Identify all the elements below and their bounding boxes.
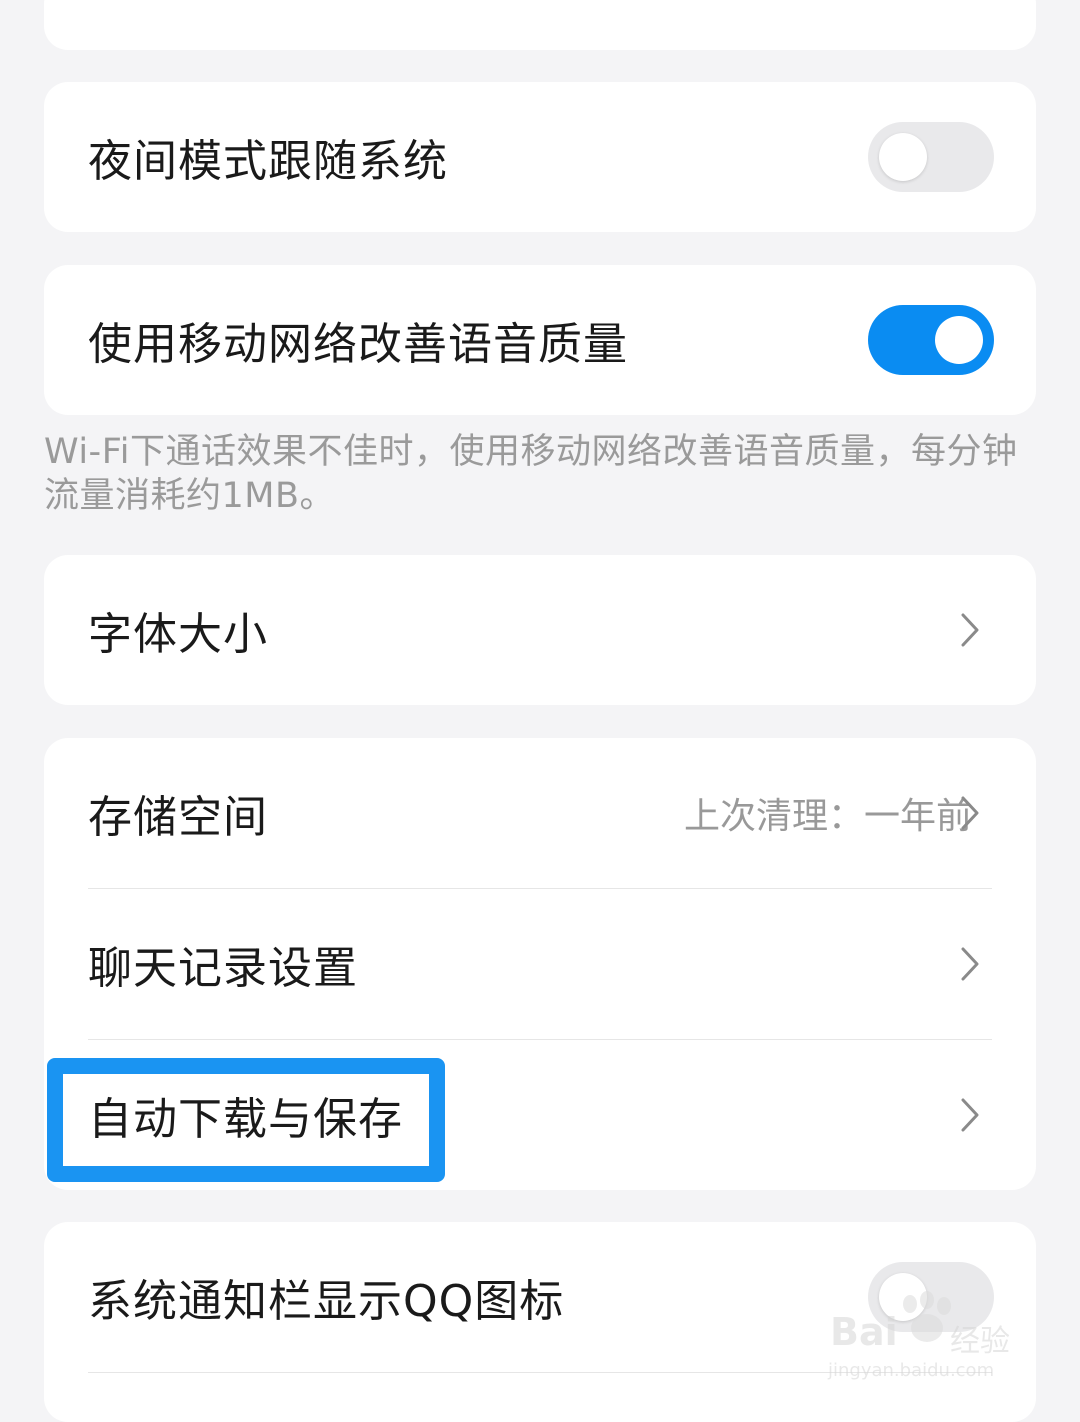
font-size-card: 字体大小 (44, 555, 1036, 705)
chevron-right-icon (961, 947, 979, 981)
auto-download-label: 自动下载与保存 (88, 1094, 403, 1145)
top-card-partial (44, 0, 1036, 50)
chat-history-label: 聊天记录设置 (88, 943, 358, 994)
baidu-watermark: Bai 经验 jingyan.baidu.com (828, 1290, 1028, 1386)
font-size-label: 字体大小 (88, 609, 268, 660)
chat-history-row[interactable]: 聊天记录设置 (44, 889, 1036, 1039)
night-mode-label: 夜间模式跟随系统 (88, 136, 448, 187)
auto-download-row[interactable]: 自动下载与保存 (44, 1040, 1036, 1190)
mobile-voice-card: 使用移动网络改善语音质量 (44, 265, 1036, 415)
night-mode-toggle[interactable] (868, 122, 994, 192)
watermark-url: jingyan.baidu.com (828, 1360, 995, 1381)
mobile-voice-toggle[interactable] (868, 305, 994, 375)
storage-group-card: 存储空间 上次清理：一年前 聊天记录设置 自动下载与保存 (44, 738, 1036, 1190)
notification-icon-label: 系统通知栏显示QQ图标 (88, 1276, 565, 1327)
watermark-brand-suffix: 经验 (950, 1324, 1010, 1359)
mobile-voice-row[interactable]: 使用移动网络改善语音质量 (44, 265, 1036, 415)
toggle-knob (935, 316, 983, 364)
chevron-right-icon (961, 1098, 979, 1132)
mobile-voice-note: Wi-Fi下通话效果不佳时，使用移动网络改善语音质量，每分钟流量消耗约1MB。 (44, 432, 1018, 516)
chevron-right-icon (961, 613, 979, 647)
toggle-knob (879, 133, 927, 181)
storage-row[interactable]: 存储空间 上次清理：一年前 (44, 738, 1036, 888)
night-mode-row[interactable]: 夜间模式跟随系统 (44, 82, 1036, 232)
mobile-voice-label: 使用移动网络改善语音质量 (88, 319, 628, 370)
chevron-right-icon (961, 796, 979, 830)
storage-label: 存储空间 (88, 792, 268, 843)
storage-last-cleaned: 上次清理：一年前 (683, 796, 972, 837)
night-mode-card: 夜间模式跟随系统 (44, 82, 1036, 232)
watermark-brand: Bai (830, 1310, 898, 1354)
font-size-row[interactable]: 字体大小 (44, 555, 1036, 705)
